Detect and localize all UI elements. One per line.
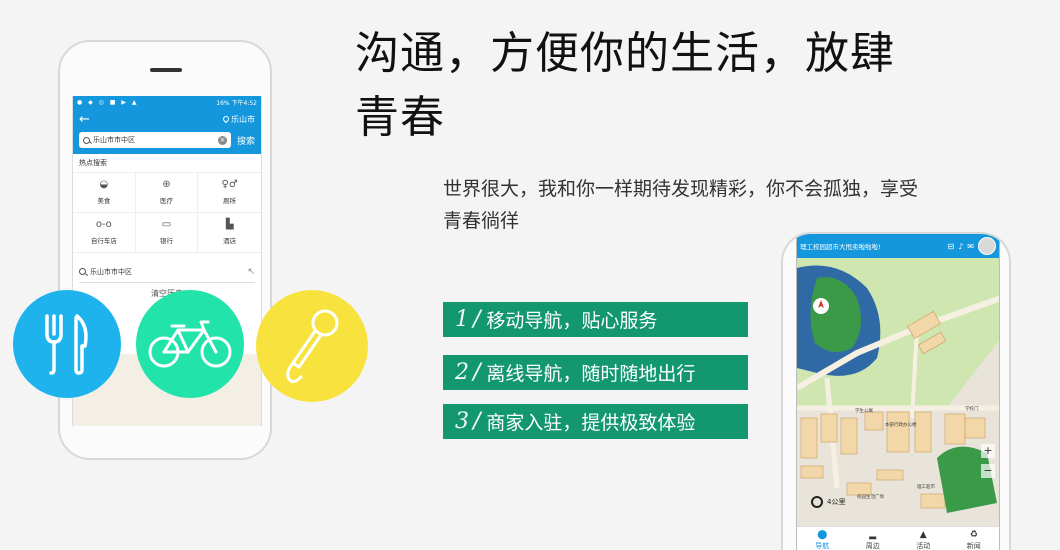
- distance-text: 4公里: [827, 498, 846, 506]
- phone-speaker: [150, 68, 182, 72]
- map-label: 学生公寓: [855, 407, 873, 414]
- feature-slash: /: [473, 360, 481, 385]
- right-phone-mockup: 理工校园超市大甩卖啦啦啦! ⊟ ♪ ✉ 学生公寓 学校门 本部行政办公楼 校园生…: [781, 232, 1011, 550]
- headline-line-2: 青春: [355, 92, 445, 143]
- car-icon: ▂: [869, 530, 877, 540]
- right-phone-screen: 理工校园超市大甩卖啦啦啦! ⊟ ♪ ✉ 学生公寓 学校门 本部行政办公楼 校园生…: [796, 234, 1000, 550]
- food-circle: [13, 290, 121, 398]
- tab-label: 周边: [865, 542, 880, 550]
- category-medical[interactable]: ⊕ 医疗: [135, 173, 199, 213]
- search-input[interactable]: 乐山市市中区 ×: [79, 132, 231, 148]
- headline-line-1: 沟通，方便你的生活，放肆: [355, 28, 895, 79]
- pin-icon: ⬤: [817, 530, 828, 540]
- zoom-controls: + −: [981, 444, 995, 478]
- clear-input-icon[interactable]: ×: [217, 135, 227, 145]
- category-bike-shop[interactable]: ᴏ‑ᴏ 自行车店: [73, 213, 136, 253]
- history-text: 乐山市市中区: [90, 267, 132, 276]
- mail-icon[interactable]: ✉: [967, 242, 974, 251]
- search-button[interactable]: 搜索: [237, 134, 255, 147]
- bike-circle: [136, 290, 244, 398]
- tab-activity[interactable]: ▲ 活动: [916, 530, 930, 550]
- back-arrow-icon[interactable]: ←: [79, 113, 90, 126]
- map-label: 理工超市: [917, 483, 935, 490]
- feature-slash: /: [473, 307, 481, 332]
- feature-bar-1: 1 / 移动导航，贴心服务: [443, 302, 748, 337]
- tab-navigation[interactable]: ⬤ 导航: [815, 530, 829, 550]
- news-icon: ♻: [969, 530, 978, 540]
- category-hotel[interactable]: ▙ 酒店: [198, 213, 261, 253]
- battery-percent: 16%: [216, 99, 230, 107]
- category-label: 美食: [97, 197, 111, 205]
- bowl-icon: ◒: [99, 179, 109, 190]
- category-label: 自行车店: [90, 237, 117, 245]
- tab-label: 导航: [815, 542, 830, 550]
- search-icon: [79, 268, 86, 275]
- announcement-marquee[interactable]: 理工校园超市大甩卖啦啦啦!: [800, 241, 943, 251]
- tab-news[interactable]: ♻ 新闻: [967, 530, 981, 550]
- search-icon: [83, 136, 90, 144]
- feature-number: 2: [455, 360, 469, 385]
- medical-icon: ⊕: [162, 179, 171, 190]
- fork-knife-icon: [45, 314, 88, 375]
- city-label: 乐山市: [231, 114, 255, 124]
- tab-label: 新闻: [966, 542, 981, 550]
- status-bar: ● ◆ ◎ ■ ▶ ▲ 16% 下午4:52: [73, 96, 261, 108]
- bicycle-icon: ᴏ‑ᴏ: [95, 219, 112, 230]
- feature-bar-3: 3 / 商家入驻，提供极致体验: [443, 404, 748, 439]
- history-item[interactable]: 乐山市市中区 ↖: [79, 261, 255, 283]
- footprint-icon[interactable]: ♪: [958, 242, 963, 251]
- scan-icon[interactable]: ⊟: [947, 242, 954, 251]
- avatar[interactable]: [978, 237, 996, 255]
- distance-indicator: 4公里: [811, 496, 845, 508]
- feature-slash: /: [473, 409, 481, 434]
- search-value: 乐山市市中区: [93, 136, 135, 144]
- tab-label: 活动: [916, 542, 931, 550]
- category-grid: ◒ 美食 ⊕ 医疗 ♀♂ 厕所 ᴏ‑ᴏ 自行车店 ▭ 银行 ▙ 酒店: [73, 173, 261, 253]
- hot-search-label: 热点搜索: [73, 154, 261, 173]
- category-bank[interactable]: ▭ 银行: [135, 213, 199, 253]
- campus-map[interactable]: 学生公寓 学校门 本部行政办公楼 校园生活广场 理工超市: [797, 258, 1000, 528]
- category-label: 医疗: [159, 197, 173, 205]
- map-label: 校园生活广场: [857, 493, 884, 500]
- locate-icon[interactable]: [811, 496, 823, 508]
- feature-text: 移动导航，贴心服务: [486, 310, 658, 332]
- feature-bar-2: 2 / 离线导航，随时随地出行: [443, 355, 748, 390]
- app-bar: ← 乐山市: [73, 108, 261, 130]
- bank-icon: ▭: [161, 219, 172, 230]
- hotel-icon: ▙: [225, 219, 234, 230]
- search-row: 乐山市市中区 × 搜索: [73, 130, 261, 154]
- fill-arrow-icon[interactable]: ↖: [247, 267, 255, 277]
- category-label: 银行: [159, 237, 173, 245]
- zoom-out-button[interactable]: −: [981, 464, 995, 478]
- headline: 沟通，方便你的生活，放肆 青春: [355, 22, 935, 150]
- feature-number: 3: [455, 409, 469, 434]
- feature-text: 离线导航，随时随地出行: [486, 363, 696, 385]
- microphone-icon: [286, 309, 339, 384]
- status-time: 下午4:52: [231, 99, 257, 107]
- tab-nearby[interactable]: ▂ 周边: [866, 530, 880, 550]
- subheadline-line-1: 世界很大，我和你一样期待发现精彩，你不会孤独，享受: [443, 178, 919, 200]
- city-selector[interactable]: 乐山市: [221, 114, 255, 125]
- toilet-icon: ♀♂: [221, 179, 238, 190]
- mic-circle: [256, 290, 368, 402]
- status-right: 16% 下午4:52: [216, 98, 257, 107]
- left-phone-mockup: ● ◆ ◎ ■ ▶ ▲ 16% 下午4:52 ← 乐山市 乐山市市中区 × 搜索…: [58, 40, 272, 460]
- map-label: 学校门: [965, 405, 979, 412]
- feature-number: 1: [455, 307, 469, 332]
- feature-text: 商家入驻，提供极致体验: [486, 412, 696, 434]
- notification-icons: ● ◆ ◎ ■ ▶ ▲: [77, 98, 139, 106]
- map-label: 本部行政办公楼: [885, 421, 917, 428]
- map-top-bar: 理工校园超市大甩卖啦啦啦! ⊟ ♪ ✉: [797, 234, 999, 258]
- category-food[interactable]: ◒ 美食: [73, 173, 136, 213]
- bicycle-icon: [148, 320, 232, 368]
- category-label: 酒店: [223, 237, 237, 245]
- location-pin-icon: [221, 114, 231, 124]
- category-label: 厕所: [223, 197, 237, 205]
- tree-icon: ▲: [919, 530, 927, 540]
- zoom-in-button[interactable]: +: [981, 444, 995, 458]
- subheadline: 世界很大，我和你一样期待发现精彩，你不会孤独，享受 青春徜徉: [443, 173, 963, 237]
- bottom-tab-bar: ⬤ 导航 ▂ 周边 ▲ 活动 ♻ 新闻: [797, 526, 999, 550]
- category-toilet[interactable]: ♀♂ 厕所: [198, 173, 261, 213]
